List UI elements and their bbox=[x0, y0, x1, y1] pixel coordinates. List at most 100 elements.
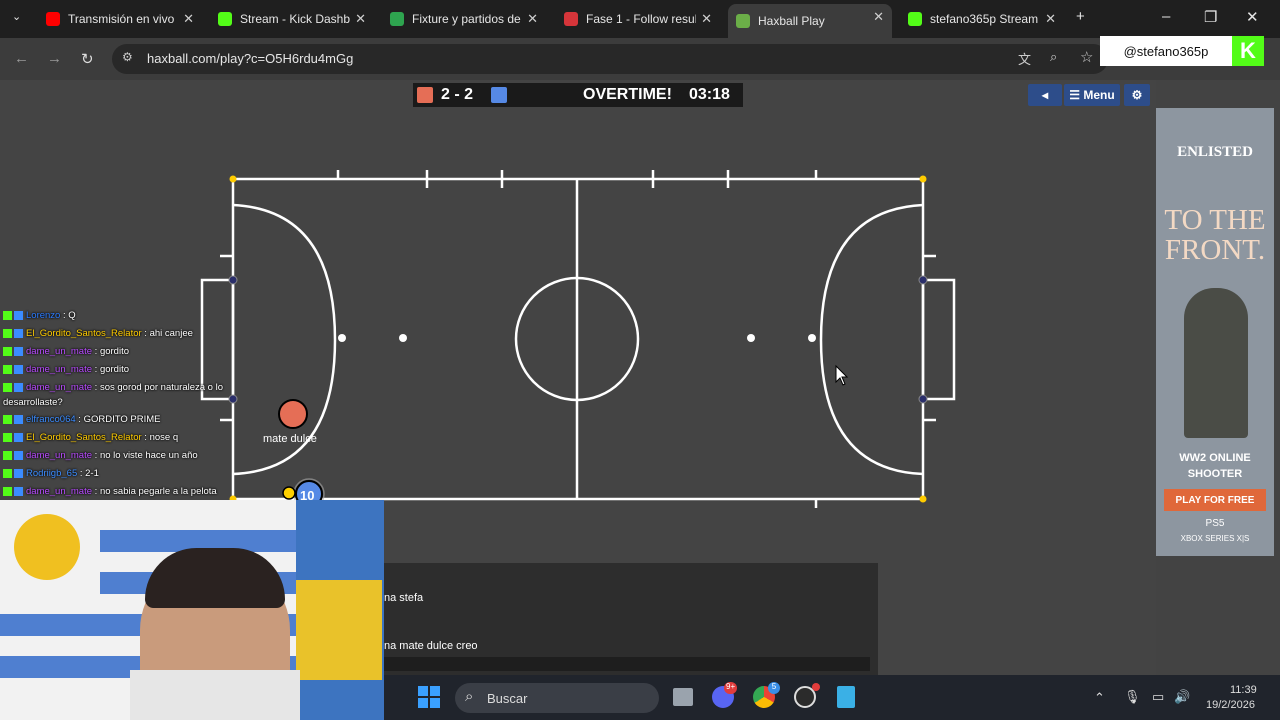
tab-close-icon[interactable]: ✕ bbox=[355, 11, 366, 27]
kick-badge-icon bbox=[3, 382, 12, 392]
tab-favicon-icon bbox=[218, 12, 232, 26]
chat-username: El_Gordito_Santos_Relator bbox=[26, 432, 142, 443]
clock-time[interactable]: 11:39 bbox=[1230, 684, 1257, 696]
browser-tab[interactable]: Haxball Play ✕ bbox=[728, 4, 892, 38]
tab-close-icon[interactable]: ✕ bbox=[183, 11, 194, 27]
cursor-icon bbox=[835, 364, 849, 386]
chrome-badge: 5 bbox=[768, 682, 780, 694]
chat-text: : gordito bbox=[94, 346, 129, 357]
score: 2 - 2 bbox=[441, 86, 474, 103]
task-view-icon[interactable] bbox=[673, 688, 693, 706]
kick-badge-icon bbox=[3, 328, 12, 338]
game-chat-line: na stefa bbox=[384, 592, 424, 604]
tray-chevron-icon[interactable]: ⌃ bbox=[1094, 690, 1105, 706]
stream-handle: @stefano365p bbox=[1100, 36, 1232, 66]
tab-favicon-icon bbox=[390, 12, 404, 26]
minimize-icon[interactable]: – bbox=[1162, 8, 1170, 25]
ad-headline: TO THE bbox=[1164, 204, 1266, 236]
url-text: haxball.com/play?c=O5H6rdu4mGg bbox=[147, 51, 354, 66]
tab-close-icon[interactable]: ✕ bbox=[701, 11, 712, 27]
kick-badge-icon bbox=[3, 346, 12, 356]
chat-message: dame_un_mate : sos gorod por naturaleza … bbox=[3, 382, 223, 393]
chat-message-continued: desarrollaste? bbox=[3, 397, 63, 408]
search-icon: ⌕ bbox=[465, 688, 474, 705]
ad-platform-xbox: XBOX SERIES X|S bbox=[1180, 534, 1250, 543]
browser-tab[interactable]: Fase 1 - Follow result ✕ bbox=[556, 6, 720, 32]
tab-title: Haxball Play bbox=[758, 14, 825, 28]
chat-text: : GORDITO PRIME bbox=[78, 414, 161, 425]
notepad-icon[interactable] bbox=[837, 686, 855, 708]
clock-date[interactable]: 19/2/2026 bbox=[1206, 699, 1255, 711]
chat-message: El_Gordito_Santos_Relator : ahi canjee bbox=[3, 328, 193, 339]
chat-text: : no lo viste hace un año bbox=[94, 450, 198, 461]
ball bbox=[282, 486, 296, 500]
game-chat-line: na mate dulce creo bbox=[384, 640, 478, 652]
taskbar-search[interactable]: ⌕ Buscar bbox=[455, 683, 659, 713]
discord-badge: 9+ bbox=[724, 682, 738, 694]
maximize-icon[interactable]: ❐ bbox=[1204, 8, 1217, 26]
kick-badge-icon bbox=[3, 414, 12, 424]
ad-brand: ENLISTED bbox=[1177, 144, 1253, 160]
chat-text: : ahi canjee bbox=[144, 328, 193, 339]
tab-close-icon[interactable]: ✕ bbox=[873, 9, 884, 25]
chat-username: elfranco064 bbox=[26, 414, 76, 425]
chat-message: dame_un_mate : gordito bbox=[3, 346, 129, 357]
gear-icon[interactable]: ⚙ bbox=[1124, 84, 1150, 106]
new-tab-icon[interactable]: + bbox=[1076, 8, 1085, 25]
player-red bbox=[278, 399, 308, 429]
close-window-icon[interactable]: ✕ bbox=[1246, 8, 1259, 26]
site-info-icon[interactable]: ⚙ bbox=[122, 50, 133, 64]
windows-start-icon[interactable] bbox=[418, 686, 440, 708]
menu-label: Menu bbox=[1083, 88, 1115, 102]
reload-icon[interactable]: ↻ bbox=[81, 50, 94, 68]
chat-username: dame_un_mate bbox=[26, 382, 93, 393]
webcam-feed bbox=[0, 500, 384, 720]
chat-badge-icon bbox=[14, 310, 23, 320]
ad-banner[interactable]: ENLISTED TO THE FRONT. WW2 ONLINE SHOOTE… bbox=[1156, 108, 1274, 556]
url-field[interactable]: ⚙ haxball.com/play?c=O5H6rdu4mGg 文 ⌕ ☆ bbox=[112, 44, 1108, 74]
bookmark-icon[interactable]: ☆ bbox=[1080, 48, 1093, 66]
player-name: mate dulce bbox=[263, 433, 317, 445]
network-icon[interactable]: ▭ bbox=[1152, 689, 1164, 705]
match-status: OVERTIME! bbox=[583, 86, 672, 103]
chat-text: : no sabia pegarle a la pelota bbox=[94, 486, 217, 497]
menu-icon: ☰ bbox=[1069, 88, 1081, 102]
tab-favicon-icon bbox=[908, 12, 922, 26]
kick-badge-icon bbox=[3, 450, 12, 460]
kick-badge-icon bbox=[3, 432, 12, 442]
chat-badge-icon bbox=[14, 414, 23, 424]
menu-button[interactable]: ☰ Menu bbox=[1064, 84, 1120, 106]
forward-icon[interactable]: → bbox=[47, 50, 62, 67]
blue-team-icon bbox=[491, 87, 507, 103]
chat-message: elfranco064 : GORDITO PRIME bbox=[3, 414, 160, 425]
chat-message: Lorenzo : Q bbox=[3, 310, 76, 321]
triangle-left-icon[interactable]: ◂ bbox=[1028, 84, 1062, 106]
browser-tab[interactable]: Transmisión en vivo - ✕ bbox=[38, 6, 202, 32]
tab-close-icon[interactable]: ✕ bbox=[527, 11, 538, 27]
tab-title: stefano365p Stream - bbox=[930, 12, 1040, 26]
translate-icon[interactable]: 文 bbox=[1018, 49, 1031, 68]
chat-text: : gordito bbox=[94, 364, 129, 375]
tab-favicon-icon bbox=[736, 14, 750, 28]
chat-badge-icon bbox=[14, 328, 23, 338]
browser-tab[interactable]: stefano365p Stream - ✕ bbox=[900, 6, 1064, 32]
browser-tabbar: ⌄ Transmisión en vivo - ✕ Stream - Kick Da… bbox=[0, 0, 1280, 38]
ad-sub1: WW2 ONLINE bbox=[1179, 452, 1251, 464]
browser-tab[interactable]: Fixture y partidos de ✕ bbox=[382, 6, 546, 32]
address-bar: ← → ↻ ⚙ haxball.com/play?c=O5H6rdu4mGg 文… bbox=[0, 38, 1280, 80]
zoom-icon[interactable]: ⌕ bbox=[1050, 49, 1057, 65]
chat-badge-icon bbox=[14, 450, 23, 460]
tab-title: Fase 1 - Follow result bbox=[586, 12, 696, 26]
chat-username: Lorenzo bbox=[26, 310, 61, 321]
tab-search-icon[interactable]: ⌄ bbox=[12, 10, 21, 23]
game-chat-input[interactable] bbox=[384, 657, 870, 671]
tab-close-icon[interactable]: ✕ bbox=[1045, 11, 1056, 27]
volume-icon[interactable]: 🔊 bbox=[1174, 689, 1190, 705]
chat-text: : Q bbox=[62, 310, 76, 321]
kick-badge-icon bbox=[3, 364, 12, 374]
chat-text: : 2-1 bbox=[79, 468, 99, 479]
back-icon[interactable]: ← bbox=[14, 50, 29, 67]
ad-cta-button[interactable]: PLAY FOR FREE bbox=[1164, 489, 1266, 511]
microphone-icon[interactable]: 🎙 bbox=[1124, 689, 1141, 705]
browser-tab[interactable]: Stream - Kick Dashbo ✕ bbox=[210, 6, 374, 32]
